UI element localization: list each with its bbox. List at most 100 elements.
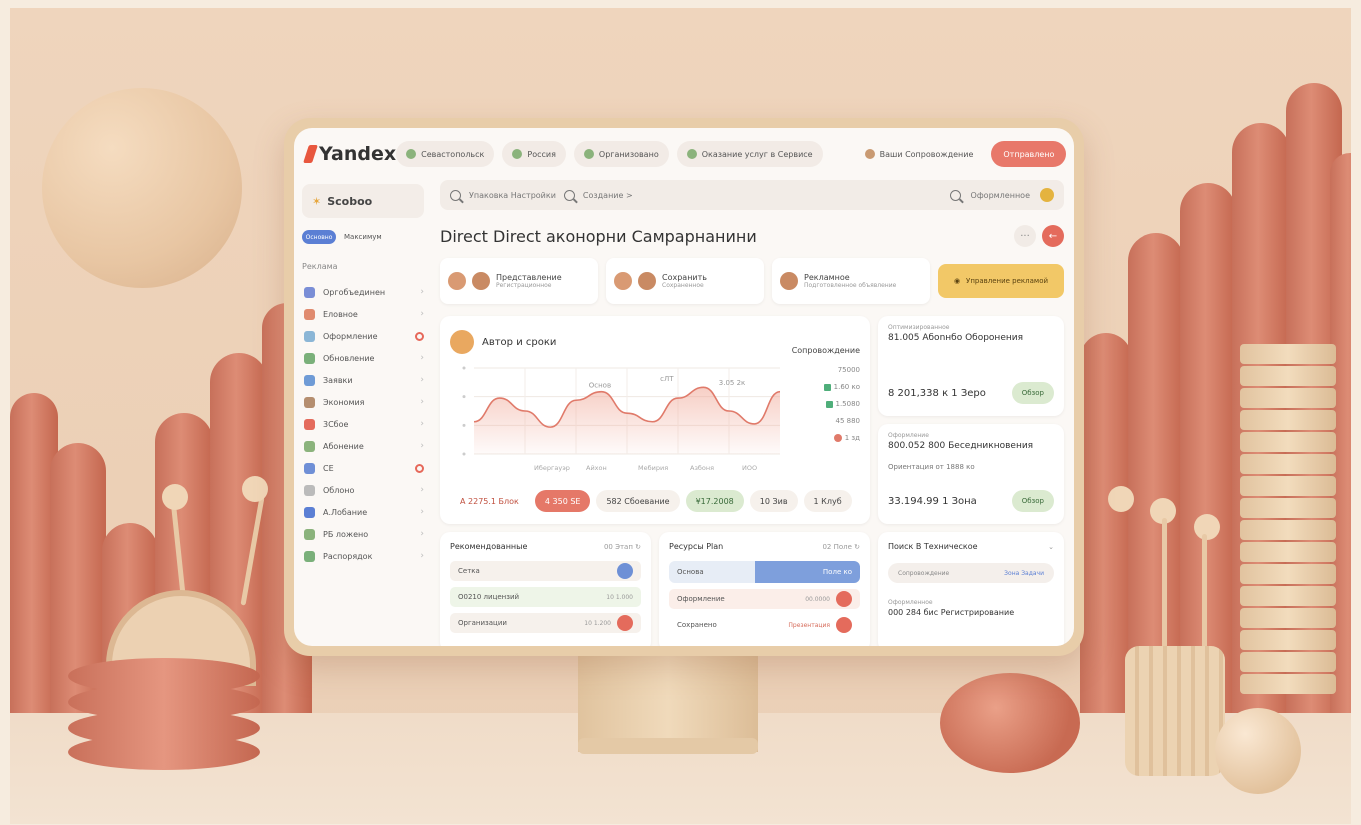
chevron-right-icon: › xyxy=(420,397,424,407)
chart-title: Автор и сроки xyxy=(482,336,557,348)
menu-icon xyxy=(304,418,315,430)
spark-icon: ✶ xyxy=(312,194,322,208)
sidebar-item[interactable]: 3Сбое › xyxy=(302,413,424,435)
sidebar-item[interactable]: Облоно › xyxy=(302,479,424,501)
nav-secondary[interactable]: Ваши Сопровождение xyxy=(855,141,984,167)
nav-pill-2[interactable]: Организовано xyxy=(573,141,669,167)
sidebar-item[interactable]: А.Лобание › xyxy=(302,501,424,523)
list-item[interactable]: Организации 10 1.200 xyxy=(450,613,641,633)
manage-ads-button[interactable]: ◉ Управление рекламой xyxy=(938,264,1064,298)
sidebar-item[interactable]: СЕ xyxy=(302,457,424,479)
sidebar-item[interactable]: РБ ложено › xyxy=(302,523,424,545)
menu-icon xyxy=(304,286,315,298)
chip[interactable]: 10 Зив xyxy=(749,490,798,512)
chevron-right-icon: › xyxy=(420,375,424,385)
stat-caption: Оптимизированное xyxy=(888,324,950,331)
avatar xyxy=(780,272,798,290)
list-item[interactable]: Сохранено Презентация xyxy=(669,615,860,635)
stat-card[interactable]: Оформление 800.052 800 Беседникновения О… xyxy=(878,424,1064,524)
search-right[interactable]: Оформленное xyxy=(971,191,1030,200)
card-meta[interactable]: 00 Этап ↻ xyxy=(604,543,641,551)
target-icon: ◉ xyxy=(953,277,961,285)
list-item[interactable]: О0210 лицензий 10 1.000 xyxy=(450,587,641,607)
sidebar-section-label: Реклама xyxy=(302,262,338,271)
chip[interactable]: А 2275.1 Блок xyxy=(450,490,529,512)
segment-control[interactable]: Сопровождение Зона Задачи xyxy=(888,563,1054,583)
nav-pill-3[interactable]: Оказание услуг в Сервисе xyxy=(676,141,823,167)
menu-icon xyxy=(304,484,315,496)
sidebar-item[interactable]: Распорядок › xyxy=(302,545,424,567)
nav-pill-1[interactable]: Россия xyxy=(502,141,566,167)
chevron-right-icon: › xyxy=(420,507,424,517)
breadcrumb[interactable]: Создание > xyxy=(583,191,633,200)
decor-pillar xyxy=(1080,333,1132,713)
chip[interactable]: 4 350 SE xyxy=(534,490,591,512)
chart-right-label: Сопровождение xyxy=(791,346,860,355)
avatar xyxy=(614,272,632,290)
user-icon xyxy=(864,149,875,159)
chip[interactable]: 582 Сбоевание xyxy=(596,490,680,512)
chevron-down-icon[interactable]: ⌄ xyxy=(1048,543,1054,551)
sidebar-item[interactable]: Заявки › xyxy=(302,369,424,391)
summary-card[interactable]: Сохранить Сохраненное xyxy=(606,258,764,304)
sidebar-item[interactable]: Оформление xyxy=(302,325,424,347)
sidebar-header[interactable]: ✶ Scoboo xyxy=(302,184,424,218)
sidebar-item[interactable]: Абонение › xyxy=(302,435,424,457)
sidebar-item-label: Оформление xyxy=(323,331,378,341)
decor-bulb xyxy=(162,484,188,510)
info-icon xyxy=(617,563,633,579)
chip[interactable]: ¥17.2008 xyxy=(685,490,744,512)
stat-value: 33.194.99 1 Зона xyxy=(888,495,977,507)
page-title: Direct Direct аконоpни Самрарнанини xyxy=(440,226,757,246)
area-chart: Основ сЛТ 3.05 2к Ибергауэр Айхон Мебирия Азбо… xyxy=(462,366,781,472)
more-icon[interactable]: ··· xyxy=(1014,225,1036,247)
stat-title: 800.052 800 Беседникновения xyxy=(888,441,1034,451)
sidebar-item[interactable]: Обновление › xyxy=(302,347,424,369)
x-tick-label: Айхон xyxy=(586,464,607,472)
mode-toggle[interactable]: Основно xyxy=(302,230,336,244)
search-bar[interactable]: Упаковка Настройки Создание > Оформленно… xyxy=(440,180,1064,210)
list-item[interactable]: Оформление 00.0000 xyxy=(669,589,860,609)
chart-header: Автор и сроки xyxy=(450,330,556,354)
decor-bulb xyxy=(242,476,268,502)
screen: Yandex Севастопольск Россия Организовано… xyxy=(294,128,1074,646)
chip[interactable]: 1 Клуб xyxy=(803,490,852,512)
stat-card[interactable]: Оптимизированное 81.005 Абоnнбо Оборонен… xyxy=(878,316,1064,416)
folder-icon xyxy=(583,149,594,159)
decor-stem xyxy=(1162,518,1167,648)
sidebar-item[interactable]: Еловное › xyxy=(302,303,424,325)
nav-pill-0[interactable]: Севастопольск xyxy=(396,141,495,167)
avatar xyxy=(472,272,490,290)
tab-switch[interactable]: Основа Поле ко xyxy=(669,561,860,583)
sidebar-item[interactable]: Экономия › xyxy=(302,391,424,413)
summary-card[interactable]: Представление Регистрационное xyxy=(440,258,598,304)
overview-button[interactable]: Обзор xyxy=(1011,490,1054,512)
decor-bulb xyxy=(1108,486,1134,512)
legend-item: 1 зд xyxy=(833,434,860,442)
recommended-card: Рекомендованные 00 Этап ↻ Сетка О0210 лиц… xyxy=(440,532,651,646)
summary-card[interactable]: Рекламное Подготовленное объявление xyxy=(772,258,930,304)
resources-card: Ресурсы Plan 02 Поле ↻ Основа Поле ко Офор… xyxy=(659,532,870,646)
avatar[interactable] xyxy=(1040,188,1054,202)
sidebar-item[interactable]: Оргобъединен › xyxy=(302,281,424,303)
chart-chips: А 2275.1 Блок 4 350 SE 582 Сбоевание ¥17… xyxy=(450,490,860,512)
sidebar-item-label: СЕ xyxy=(323,463,334,473)
decor-ball xyxy=(42,88,242,288)
decor-bulb xyxy=(1194,514,1220,540)
bottom-row: Рекомендованные 00 Этап ↻ Сетка О0210 лиц… xyxy=(440,532,1064,646)
chevron-right-icon: › xyxy=(420,529,424,539)
x-tick-label: Ибергауэр xyxy=(534,464,570,472)
chart-avatar-icon xyxy=(450,330,474,354)
card-meta[interactable]: 02 Поле ↻ xyxy=(822,543,860,551)
menu-icon xyxy=(304,528,315,540)
card-title: Представление xyxy=(496,273,562,282)
brand-logo[interactable]: Yandex xyxy=(303,143,396,165)
axis-tick xyxy=(462,395,466,399)
overview-button[interactable]: Обзор xyxy=(1011,382,1054,404)
list-item[interactable]: Сетка xyxy=(450,561,641,581)
back-arrow-icon[interactable]: ← xyxy=(1042,225,1064,247)
menu-icon xyxy=(304,462,315,474)
send-button[interactable]: Отправлено xyxy=(991,141,1067,167)
sidebar-item-label: А.Лобание xyxy=(323,507,368,517)
decor-stack xyxy=(1240,344,1336,696)
